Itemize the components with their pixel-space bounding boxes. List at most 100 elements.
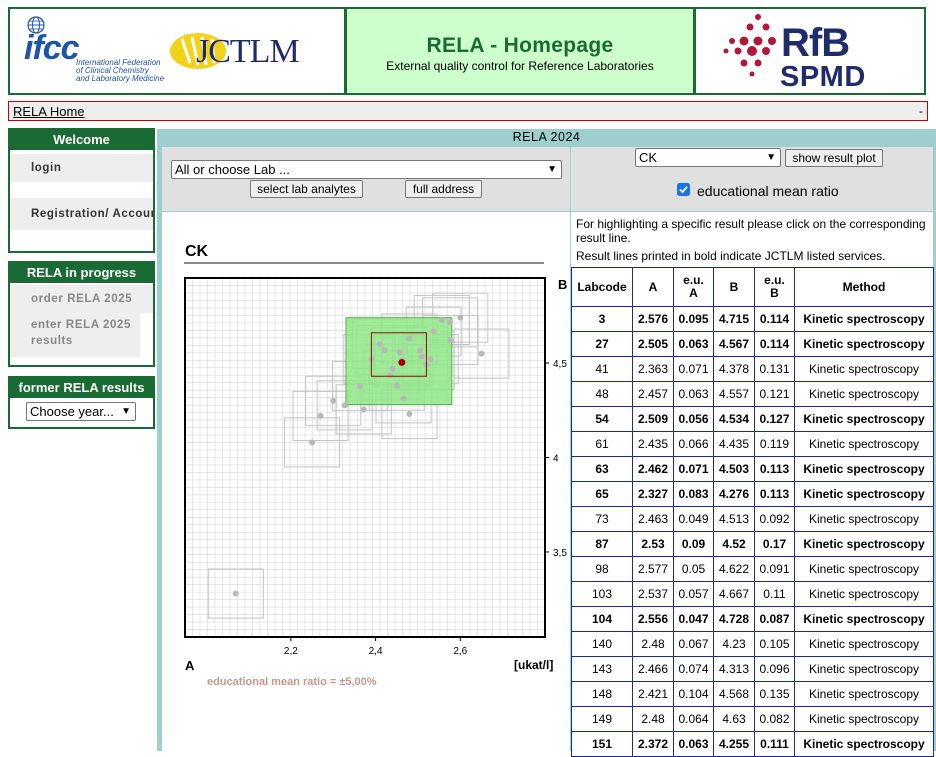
table-cell: 41 xyxy=(571,356,633,382)
table-row[interactable]: 143 2.466 0.074 4.313 0.096 Kinetic spectrosc… xyxy=(571,656,934,682)
table-cell: 0.114 xyxy=(754,306,795,332)
table-row[interactable]: 104 2.556 0.047 4.728 0.087 Kinetic spectrosc… xyxy=(571,606,934,632)
data-point xyxy=(393,382,400,389)
table-cell: 2.327 xyxy=(632,481,674,507)
data-point xyxy=(457,314,464,321)
table-cell: 103 xyxy=(571,581,633,607)
table-cell: 143 xyxy=(571,656,633,682)
table-row[interactable]: 98 2.577 0.05 4.622 0.091 Kinetic spectroscop… xyxy=(571,556,934,582)
emr-note: educational mean ratio = ±5,00% xyxy=(207,676,377,688)
plot-title: CK xyxy=(185,243,209,260)
table-cell: 3 xyxy=(571,306,633,332)
table-row[interactable]: 63 2.462 0.071 4.503 0.113 Kinetic spectrosco… xyxy=(571,456,934,482)
table-cell: 2.53 xyxy=(632,531,674,557)
table-cell: 4.255 xyxy=(713,731,755,757)
table-cell: 2.435 xyxy=(632,431,674,457)
table-cell: 27 xyxy=(571,331,633,357)
table-row[interactable]: 54 2.509 0.056 4.534 0.127 Kinetic spectrosco… xyxy=(571,406,934,432)
table-cell: 140 xyxy=(571,631,633,657)
lab-select[interactable]: All or choose Lab ... ▼ xyxy=(171,160,562,179)
table-cell: 0.121 xyxy=(754,381,795,407)
table-cell: 0.05 xyxy=(673,556,714,582)
table-cell: 0.063 xyxy=(673,731,714,757)
table-cell: 73 xyxy=(571,506,633,532)
table-row[interactable]: 151 2.372 0.063 4.255 0.111 Kinetic spectrosc… xyxy=(571,731,934,757)
data-point xyxy=(417,347,424,354)
table-row[interactable]: 103 2.537 0.057 4.667 0.11 Kinetic spectrosco… xyxy=(571,581,934,607)
scatter-plot[interactable]: 2,2 2,4 2,6 4,5 4 3,5 xyxy=(162,270,570,700)
table-cell: 0.119 xyxy=(754,431,795,457)
page-subtitle: External quality control for Reference L… xyxy=(386,59,654,73)
col-labcode: Labcode xyxy=(571,267,633,307)
data-point xyxy=(387,372,394,379)
table-cell: 0.135 xyxy=(754,681,795,707)
table-cell: 0.113 xyxy=(754,456,795,482)
show-plot-button[interactable]: show result plot xyxy=(785,149,883,167)
y-tick-label: 4,5 xyxy=(553,359,567,370)
data-point xyxy=(330,397,337,404)
col-eu-a: e.u. A xyxy=(673,267,714,307)
table-cell: 4.23 xyxy=(713,631,755,657)
data-point xyxy=(447,336,454,343)
select-analytes-button[interactable]: select lab analytes xyxy=(250,180,363,198)
table-row[interactable]: 149 2.48 0.064 4.63 0.082 Kinetic spectroscop… xyxy=(571,706,934,732)
table-cell: 2.48 xyxy=(632,631,674,657)
rela-home-link[interactable]: RELA Home xyxy=(13,104,85,119)
header-logo-right: RfB SPMD xyxy=(694,7,926,95)
table-cell: 0.104 xyxy=(673,681,714,707)
table-row[interactable]: 140 2.48 0.067 4.23 0.105 Kinetic spectroscop… xyxy=(571,631,934,657)
table-cell: 4.667 xyxy=(713,581,755,607)
table-cell: 4.568 xyxy=(713,681,755,707)
x-tick-label: 2,4 xyxy=(369,646,383,657)
data-point xyxy=(309,439,316,446)
table-cell: 2.462 xyxy=(632,456,674,482)
year-select[interactable]: Choose year... ▼ xyxy=(26,402,136,421)
sidebar-welcome: Welcome login Registration/ Account xyxy=(8,128,155,253)
table-cell: 104 xyxy=(571,606,633,632)
table-cell: 4.313 xyxy=(713,656,755,682)
table-cell: 151 xyxy=(571,731,633,757)
emr-checkbox[interactable] xyxy=(677,183,690,196)
table-cell: Kinetic spectroscopy xyxy=(794,606,934,632)
y-tick-label: 3,5 xyxy=(553,548,567,559)
table-cell: 0.083 xyxy=(673,481,714,507)
table-cell: Kinetic spectroscopy xyxy=(794,456,934,482)
x-axis-label: A xyxy=(185,658,195,673)
sidebar-item-enter-results[interactable]: enter RELA 2025 results xyxy=(10,313,140,357)
table-row[interactable]: 73 2.463 0.049 4.513 0.092 Kinetic spectrosco… xyxy=(571,506,934,532)
table-row[interactable]: 61 2.435 0.066 4.435 0.119 Kinetic spectrosco… xyxy=(571,431,934,457)
full-address-button[interactable]: full address xyxy=(405,180,482,198)
table-cell: 2.457 xyxy=(632,381,674,407)
table-cell: 2.372 xyxy=(632,731,674,757)
table-cell: 0.071 xyxy=(673,456,714,482)
table-cell: 4.557 xyxy=(713,381,755,407)
table-row[interactable]: 65 2.327 0.083 4.276 0.113 Kinetic spectrosco… xyxy=(571,481,934,507)
data-point xyxy=(400,395,407,402)
table-cell: 4.567 xyxy=(713,331,755,357)
table-cell: 4.728 xyxy=(713,606,755,632)
data-point xyxy=(447,319,454,326)
data-point xyxy=(232,590,239,597)
sidebar-item-order[interactable]: order RELA 2025 xyxy=(10,285,153,313)
table-cell: 0.063 xyxy=(673,331,714,357)
x-tick-label: 2,2 xyxy=(284,646,298,657)
table-row[interactable]: 27 2.505 0.063 4.567 0.114 Kinetic spectrosco… xyxy=(571,331,934,357)
table-cell: 2.48 xyxy=(632,706,674,732)
table-row[interactable]: 41 2.363 0.071 4.378 0.131 Kinetic spectrosco… xyxy=(571,356,934,382)
results-table: Labcode A e.u. A B e.u. B Method 3 2.576 0… xyxy=(571,267,934,757)
info-line-3: Result lines printed in bold indicate JC… xyxy=(576,249,886,263)
data-point xyxy=(389,365,396,372)
table-cell: Kinetic spectroscopy xyxy=(794,331,934,357)
table-row[interactable]: 48 2.457 0.063 4.557 0.121 Kinetic spectrosco… xyxy=(571,381,934,407)
table-row[interactable]: 87 2.53 0.09 4.52 0.17 Kinetic spectroscopy xyxy=(571,531,934,557)
sidebar-item-registration[interactable]: Registration/ Account xyxy=(10,198,153,230)
table-cell: 0.092 xyxy=(754,506,795,532)
analyte-select[interactable]: CK ▼ xyxy=(635,148,781,167)
table-cell: Kinetic spectroscopy xyxy=(794,506,934,532)
table-cell: 0.074 xyxy=(673,656,714,682)
table-row[interactable]: 148 2.421 0.104 4.568 0.135 Kinetic spectrosc… xyxy=(571,681,934,707)
table-cell: Kinetic spectroscopy xyxy=(794,531,934,557)
sidebar-item-login[interactable]: login xyxy=(10,154,153,182)
sidebar-welcome-title: Welcome xyxy=(10,130,153,150)
table-row[interactable]: 3 2.576 0.095 4.715 0.114 Kinetic spectroscop… xyxy=(571,306,934,332)
